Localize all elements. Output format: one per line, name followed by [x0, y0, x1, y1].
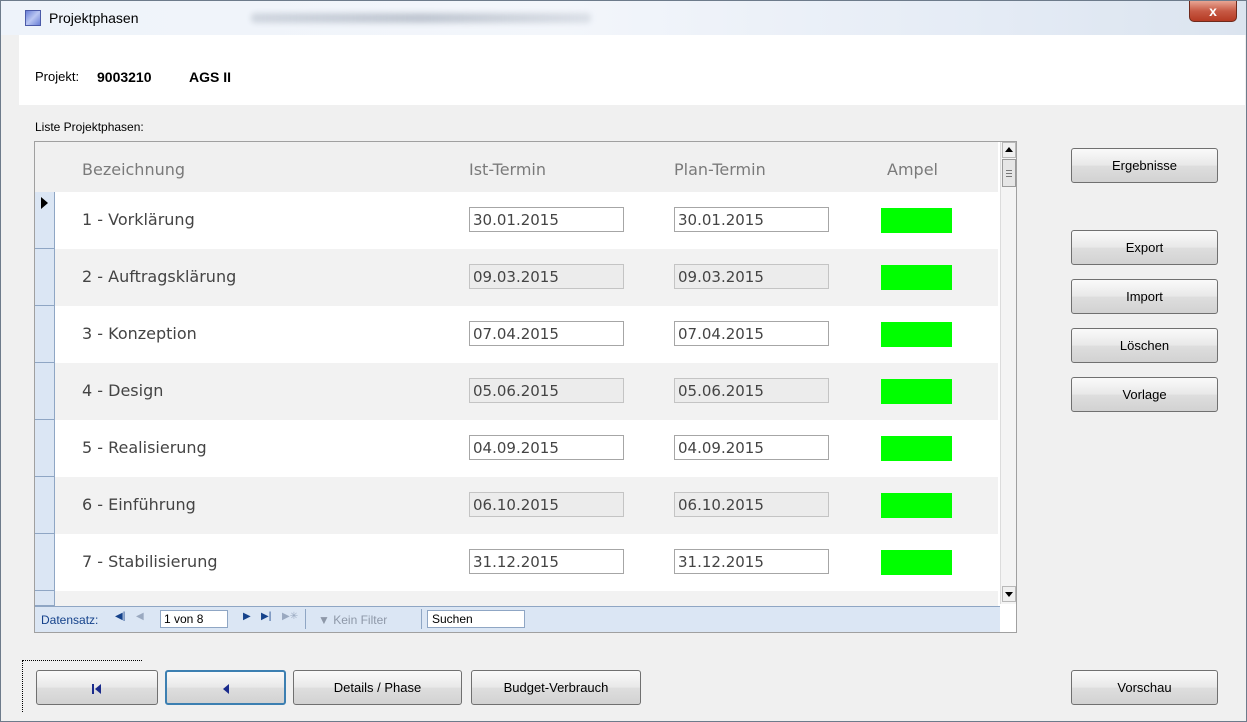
- budget-verbrauch-button[interactable]: Budget-Verbrauch: [471, 670, 641, 705]
- plan-termin-field[interactable]: 09.03.2015: [674, 264, 829, 289]
- grip-line: [1006, 176, 1012, 177]
- arrow-up-icon: [1005, 147, 1013, 152]
- phase-name: 5 - Realisierung: [82, 438, 207, 457]
- phase-name: 4 - Design: [82, 381, 164, 400]
- record-selector[interactable]: [35, 249, 55, 306]
- arrow-down-icon: [1005, 592, 1013, 597]
- plan-termin-field[interactable]: 07.04.2015: [674, 321, 829, 346]
- ampel-indicator: [881, 379, 952, 404]
- current-record-field[interactable]: 1 von 8: [160, 610, 228, 628]
- first-record-icon[interactable]: ◀​|: [115, 611, 125, 622]
- filter-icon: ▼: [318, 613, 334, 627]
- first-record-icon: [92, 683, 102, 694]
- plan-termin-field[interactable]: 04.09.2015: [674, 435, 829, 460]
- ist-termin-field[interactable]: 05.06.2015: [469, 378, 624, 403]
- project-name: AGS II: [189, 69, 232, 85]
- record-selector[interactable]: [35, 192, 55, 249]
- ist-termin-field[interactable]: 04.09.2015: [469, 435, 624, 460]
- header-section: Projekt: 9003210 AGS II: [19, 35, 1245, 105]
- scroll-thumb[interactable]: [1002, 159, 1016, 187]
- ampel-indicator: [881, 436, 952, 461]
- grip-line: [1006, 173, 1012, 174]
- table-row[interactable]: 1 - Vorklärung 30.01.2015 30.01.2015: [35, 192, 998, 249]
- ist-termin-field[interactable]: 31.12.2015: [469, 549, 624, 574]
- plan-termin-field[interactable]: 06.10.2015: [674, 492, 829, 517]
- ist-termin-field[interactable]: 07.04.2015: [469, 321, 624, 346]
- plan-termin-field[interactable]: 31.12.2015: [674, 549, 829, 574]
- navigator-label: Datensatz:: [41, 613, 99, 627]
- separator: [305, 609, 306, 629]
- loeschen-button[interactable]: Löschen: [1071, 328, 1218, 363]
- close-button[interactable]: x: [1189, 1, 1237, 22]
- grid-header: Bezeichnung Ist-Termin Plan-Termin Ampel: [35, 142, 998, 192]
- import-button[interactable]: Import: [1071, 279, 1218, 314]
- record-selector[interactable]: [35, 534, 55, 591]
- ampel-indicator: [881, 322, 952, 347]
- projektphasen-window: Projektphasen x Projekt: 9003210 AGS II …: [0, 0, 1247, 722]
- table-row[interactable]: 4 - Design 05.06.2015 05.06.2015: [35, 363, 998, 420]
- first-record-button[interactable]: [36, 670, 158, 705]
- separator: [421, 609, 422, 629]
- next-record-icon[interactable]: ▶: [243, 611, 251, 622]
- ampel-indicator: [881, 550, 952, 575]
- table-row[interactable]: 6 - Einführung 06.10.2015 06.10.2015: [35, 477, 998, 534]
- record-selector[interactable]: [35, 363, 55, 420]
- phase-name: 6 - Einführung: [82, 495, 196, 514]
- filter-label: Kein Filter: [333, 613, 388, 627]
- column-header-plan-termin[interactable]: Plan-Termin: [674, 160, 766, 179]
- new-record-icon[interactable]: ▶✳: [282, 611, 298, 622]
- prev-record-icon[interactable]: ◀: [136, 611, 144, 622]
- plan-termin-field[interactable]: 30.01.2015: [674, 207, 829, 232]
- record-selector[interactable]: [35, 591, 55, 606]
- filter-status[interactable]: ▼ Kein Filter: [318, 613, 387, 627]
- record-navigator: Datensatz: ◀​| ◀ 1 von 8 ▶ ▶| ▶✳ ▼ Kein …: [35, 606, 1000, 632]
- record-selector[interactable]: [35, 477, 55, 534]
- column-header-ist-termin[interactable]: Ist-Termin: [469, 160, 546, 179]
- scroll-up-button[interactable]: [1002, 142, 1016, 158]
- list-label: Liste Projektphasen:: [35, 120, 144, 134]
- title-bar: Projektphasen x: [1, 1, 1246, 35]
- previous-record-icon: [222, 683, 229, 694]
- previous-record-button[interactable]: [165, 670, 286, 705]
- last-record-icon[interactable]: ▶|: [261, 611, 271, 622]
- current-record-arrow-icon: [41, 197, 48, 209]
- column-header-ampel[interactable]: Ampel: [887, 160, 938, 179]
- export-button[interactable]: Export: [1071, 230, 1218, 265]
- ist-termin-field[interactable]: 06.10.2015: [469, 492, 624, 517]
- search-input[interactable]: Suchen: [427, 610, 525, 628]
- phase-name: 1 - Vorklärung: [82, 210, 195, 229]
- vertical-scrollbar[interactable]: [1000, 142, 1016, 604]
- vorschau-button[interactable]: Vorschau: [1071, 670, 1218, 705]
- phase-name: 3 - Konzeption: [82, 324, 197, 343]
- column-header-bezeichnung[interactable]: Bezeichnung: [82, 160, 185, 179]
- table-row[interactable]: 7 - Stabilisierung 31.12.2015 31.12.2015: [35, 534, 998, 591]
- form-body: Projekt: 9003210 AGS II Liste Projektpha…: [19, 35, 1245, 721]
- record-selector[interactable]: [35, 420, 55, 477]
- blurred-title-info: [251, 13, 591, 23]
- plan-termin-field[interactable]: 05.06.2015: [674, 378, 829, 403]
- ergebnisse-button[interactable]: Ergebnisse: [1071, 148, 1218, 183]
- record-selector[interactable]: [35, 306, 55, 363]
- vorlage-button[interactable]: Vorlage: [1071, 377, 1218, 412]
- window-title: Projektphasen: [49, 10, 139, 26]
- ampel-indicator: [881, 208, 952, 233]
- table-row-partial[interactable]: [35, 591, 998, 606]
- phase-name: 7 - Stabilisierung: [82, 552, 218, 571]
- app-icon: [25, 10, 41, 26]
- table-row[interactable]: 3 - Konzeption 07.04.2015 07.04.2015: [35, 306, 998, 363]
- phase-name: 2 - Auftragsklärung: [82, 267, 237, 286]
- ampel-indicator: [881, 265, 952, 290]
- ist-termin-field[interactable]: 30.01.2015: [469, 207, 624, 232]
- phases-grid: Bezeichnung Ist-Termin Plan-Termin Ampel…: [34, 141, 1017, 633]
- ampel-indicator: [881, 493, 952, 518]
- project-label: Projekt:: [35, 69, 80, 84]
- project-number: 9003210: [97, 69, 152, 85]
- details-phase-button[interactable]: Details / Phase: [293, 670, 462, 705]
- scroll-down-button[interactable]: [1002, 586, 1016, 602]
- table-row[interactable]: 2 - Auftragsklärung 09.03.2015 09.03.201…: [35, 249, 998, 306]
- ist-termin-field[interactable]: 09.03.2015: [469, 264, 624, 289]
- table-row[interactable]: 5 - Realisierung 04.09.2015 04.09.2015: [35, 420, 998, 477]
- grip-line: [1006, 170, 1012, 171]
